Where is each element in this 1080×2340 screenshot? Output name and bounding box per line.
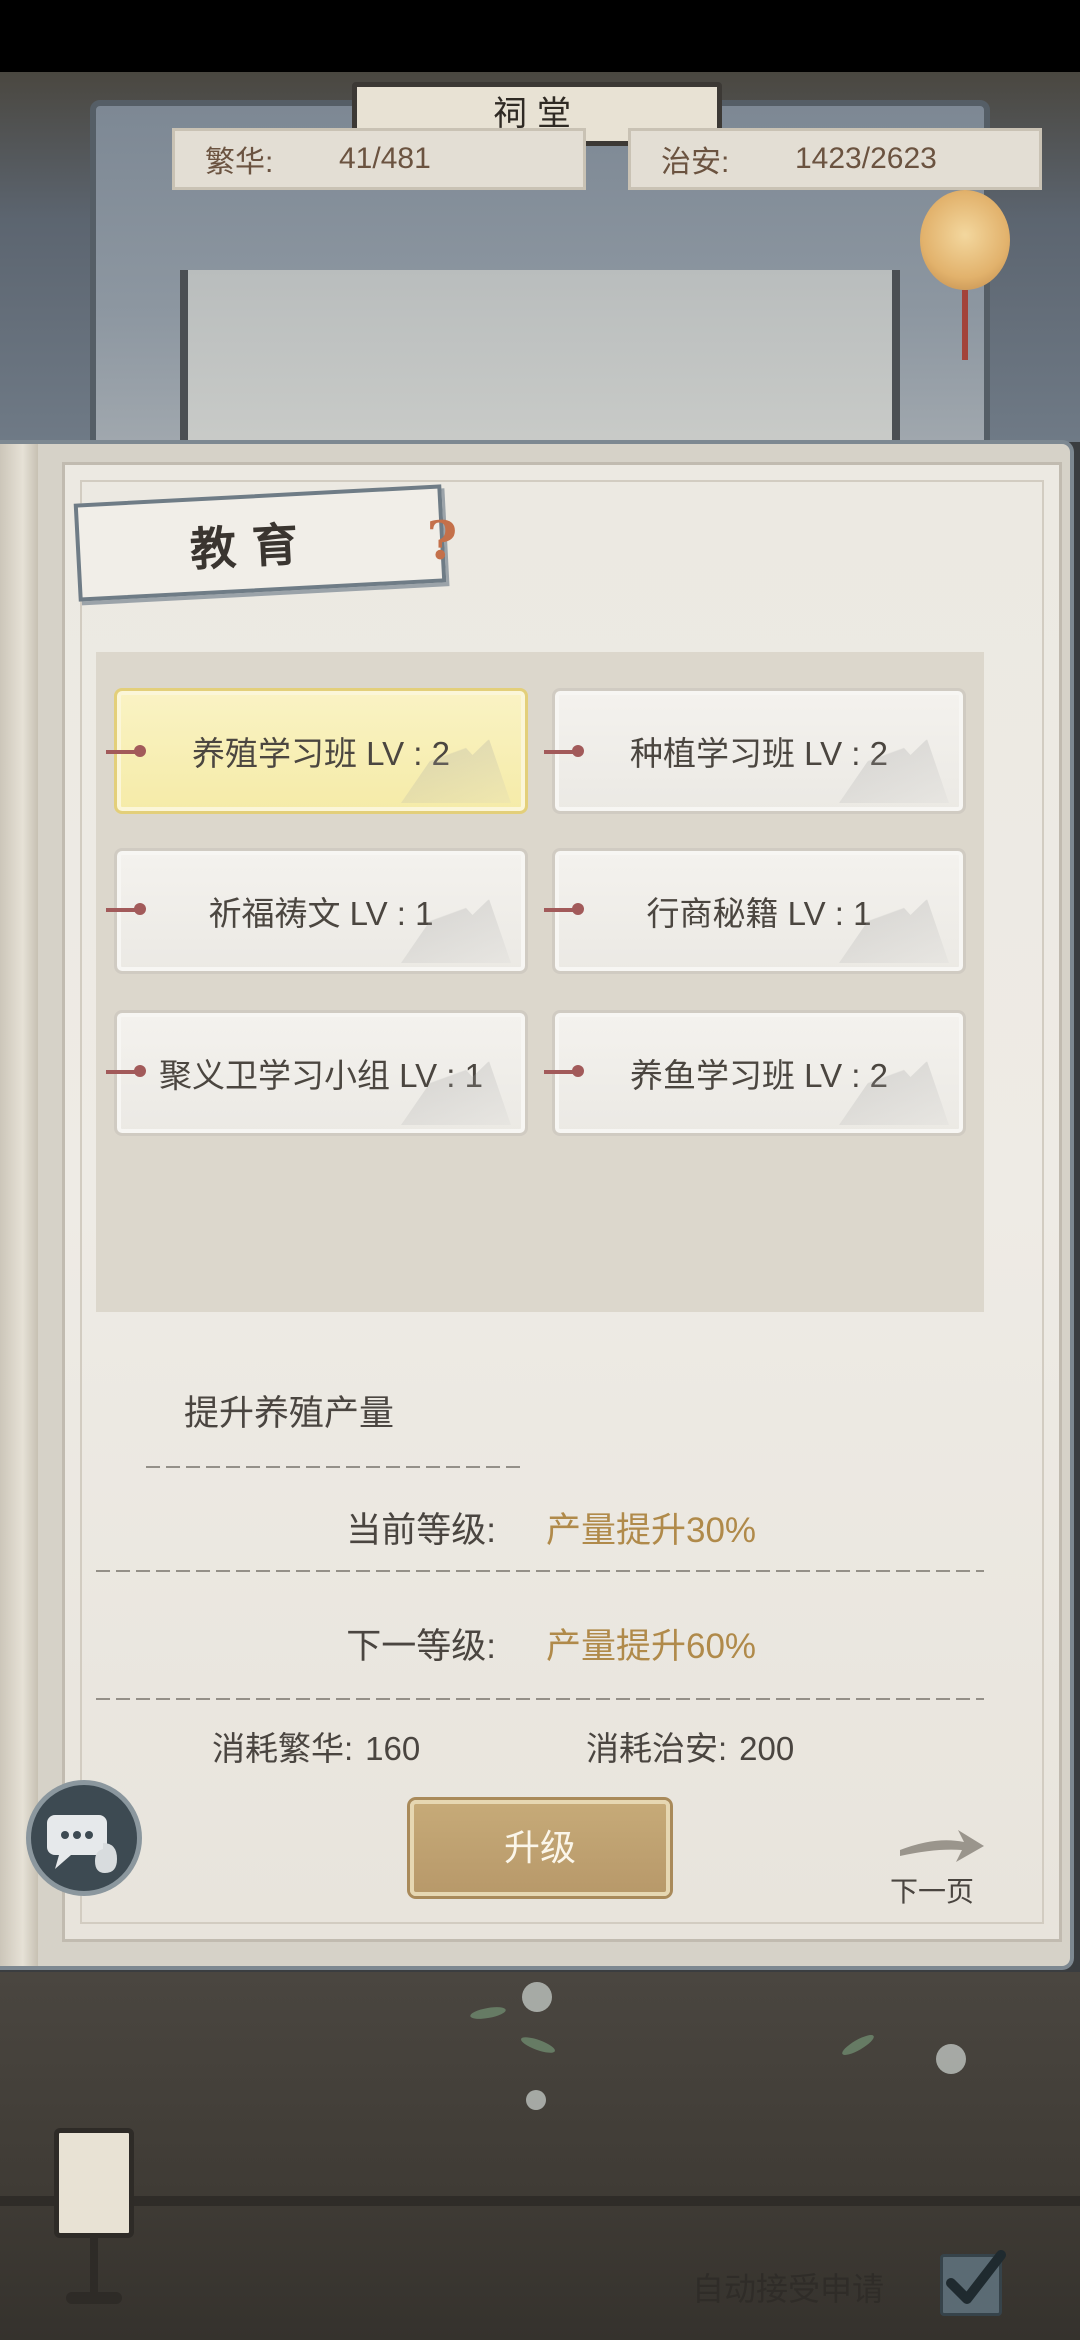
arrow-right-icon [900,1830,984,1862]
flower-decoration [522,1982,552,2012]
prosperity-stat: 繁华: 41/481 [172,128,586,190]
lantern-tassel [962,290,968,360]
skill-connector [106,1065,146,1077]
floor-edge [0,2196,1080,2206]
next-level-label: 下一等级: [346,1627,496,1666]
cost-security: 消耗治安: 200 [586,1722,794,1772]
divider [96,1570,984,1572]
skill-card-breeding-class[interactable]: 养殖学习班 LV : 2 [114,688,528,814]
skill-connector [544,903,584,915]
divider [96,1698,984,1700]
current-level-label: 当前等级: [346,1511,496,1550]
skill-card-label: 养鱼学习班 LV : 2 [630,1057,888,1094]
next-page-button[interactable]: 下一页 [886,1826,996,1907]
security-value: 1423/2623 [795,142,937,175]
skill-card-label: 养殖学习班 LV : 2 [192,735,450,772]
skill-card-planting-class[interactable]: 种植学习班 LV : 2 [552,688,966,814]
status-bar [0,0,1080,72]
skill-card-label: 行商秘籍 LV : 1 [646,895,872,932]
moon-lantern-icon [54,2128,134,2238]
auto-accept-label: 自动接受申请 [692,2271,885,2307]
cost-prosperity: 消耗繁华: 160 [212,1722,420,1772]
skill-card-trade-secrets[interactable]: 行商秘籍 LV : 1 [552,848,966,974]
divider [146,1466,526,1468]
auto-accept-checkbox[interactable] [940,2250,1006,2316]
skill-card-label: 祈福祷文 LV : 1 [208,895,434,932]
lamp-base [66,2292,122,2304]
flower-decoration [936,2044,966,2074]
skill-card-fish-farming-class[interactable]: 养鱼学习班 LV : 2 [552,1010,966,1136]
lantern-icon [920,190,1010,290]
prosperity-label: 繁华: [205,146,274,179]
security-label: 治安: [661,146,730,179]
current-level-value: 产量提升30% [546,1511,757,1550]
panel-title: 教育 [188,516,316,577]
next-level-value: 产量提升60% [546,1627,757,1666]
skill-card-guard-study-group[interactable]: 聚义卫学习小组 LV : 1 [114,1010,528,1136]
cost-prosperity-value: 160 [365,1730,421,1767]
shrine-scroll-painting [180,270,900,450]
check-icon [946,2250,1006,2304]
question-mark-icon[interactable]: ? [424,512,460,572]
moon-symbol [81,2165,99,2201]
skill-description: 提升养殖产量 [184,1394,395,1433]
skill-connector [544,745,584,757]
book-spine [0,444,38,1966]
skill-connector [106,745,146,757]
prosperity-value: 41/481 [339,142,431,175]
next-page-label: 下一页 [890,1876,975,1907]
skill-connector [544,1065,584,1077]
flower-decoration [526,2090,546,2110]
cost-security-value: 200 [739,1730,795,1767]
skill-card-label: 种植学习班 LV : 2 [630,735,888,772]
skill-card-prayer-text[interactable]: 祈福祷文 LV : 1 [114,848,528,974]
cost-prosperity-label: 消耗繁华: [212,1730,354,1767]
security-stat: 治安: 1423/2623 [628,128,1042,190]
skill-connector [106,903,146,915]
chat-button[interactable] [26,1780,142,1896]
upgrade-button[interactable]: 升级 [410,1800,670,1896]
chat-bubble-icon [47,1815,117,1873]
lamp-post [90,2238,98,2298]
cost-security-label: 消耗治安: [586,1730,728,1767]
